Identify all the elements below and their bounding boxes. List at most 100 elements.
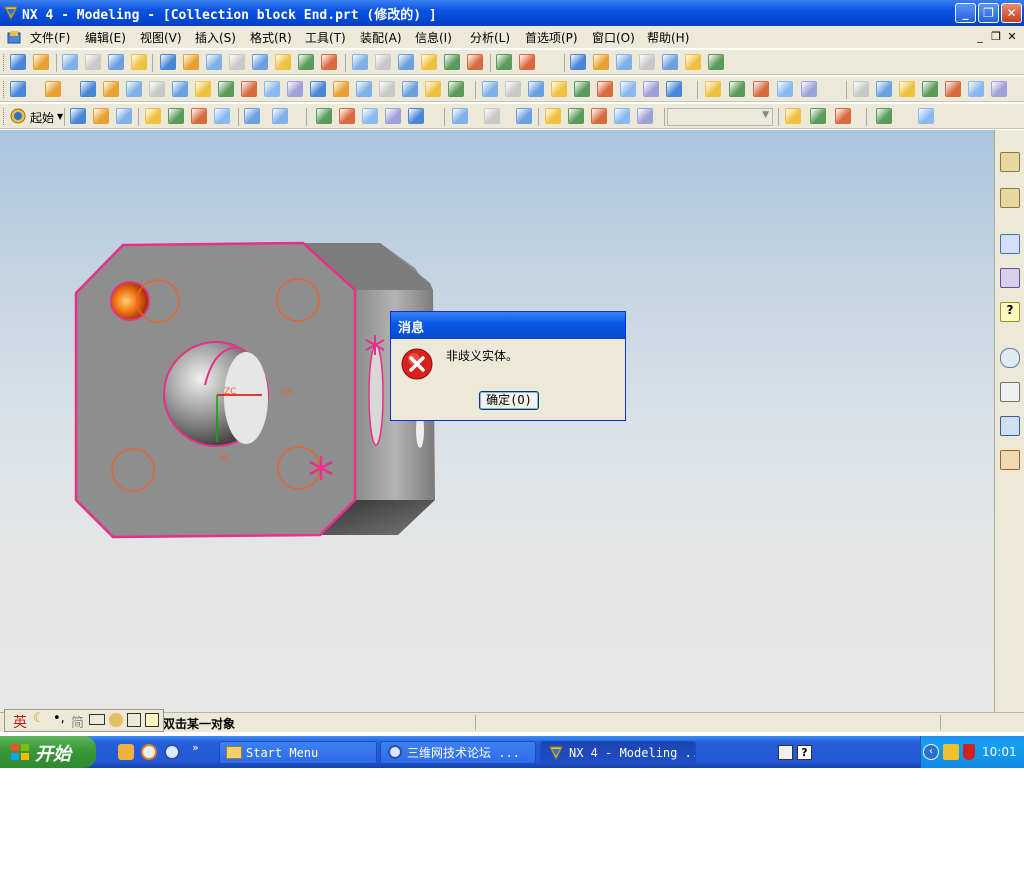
- form-feature-tool-icon[interactable]: [685, 54, 701, 70]
- feature-operation-tool-icon[interactable]: [528, 81, 544, 97]
- ime-tool-icon[interactable]: [109, 713, 123, 727]
- feature-operation-tool-icon[interactable]: [899, 81, 915, 97]
- quicklaunch-overflow-icon[interactable]: »: [192, 741, 199, 754]
- start-dropdown-arrow-icon[interactable]: ▼: [57, 112, 63, 121]
- maximize-button[interactable]: ❐: [978, 3, 999, 23]
- tray-expand-icon[interactable]: ‹: [923, 744, 939, 760]
- menu-view[interactable]: 视图(V): [140, 29, 182, 46]
- history-icon[interactable]: [1000, 348, 1020, 368]
- moon-icon[interactable]: ☾: [33, 711, 45, 726]
- standard-tool-icon[interactable]: [614, 108, 630, 124]
- standard-tool-icon[interactable]: [637, 108, 653, 124]
- soft-keyboard-icon[interactable]: [89, 714, 105, 725]
- form-feature-tool-icon[interactable]: [252, 54, 268, 70]
- standard-tool-icon[interactable]: [918, 108, 934, 124]
- menu-assembly[interactable]: 装配(A): [360, 29, 402, 46]
- menu-analysis[interactable]: 分析(L): [470, 29, 510, 46]
- standard-tool-icon[interactable]: [339, 108, 355, 124]
- feature-operation-tool-icon[interactable]: [379, 81, 395, 97]
- feature-operation-tool-icon[interactable]: [945, 81, 961, 97]
- selection-filter-combo[interactable]: ▼: [667, 108, 773, 126]
- feature-operation-tool-icon[interactable]: [853, 81, 869, 97]
- feature-operation-tool-icon[interactable]: [172, 81, 188, 97]
- menu-file[interactable]: 文件(F): [30, 29, 70, 46]
- feature-operation-tool-icon[interactable]: [922, 81, 938, 97]
- combo-arrow-icon[interactable]: ▼: [762, 110, 769, 120]
- form-feature-tool-icon[interactable]: [321, 54, 337, 70]
- standard-tool-icon[interactable]: [70, 108, 86, 124]
- language-help-icon[interactable]: ?: [797, 745, 812, 760]
- ime-help-icon[interactable]: [145, 713, 159, 727]
- web-browser-icon[interactable]: [1000, 234, 1020, 254]
- feature-operation-tool-icon[interactable]: [643, 81, 659, 97]
- help-icon[interactable]: ?: [1000, 302, 1020, 322]
- form-feature-tool-icon[interactable]: [275, 54, 291, 70]
- feature-operation-tool-icon[interactable]: [666, 81, 682, 97]
- process-studio-icon[interactable]: [1000, 416, 1020, 436]
- minimize-button[interactable]: _: [955, 3, 976, 23]
- tray-network-icon[interactable]: [943, 744, 959, 760]
- form-feature-tool-icon[interactable]: [570, 54, 586, 70]
- feature-operation-tool-icon[interactable]: [45, 81, 61, 97]
- feature-operation-tool-icon[interactable]: [574, 81, 590, 97]
- feature-operation-tool-icon[interactable]: [333, 81, 349, 97]
- standard-tool-icon[interactable]: [545, 108, 561, 124]
- feature-operation-tool-icon[interactable]: [149, 81, 165, 97]
- standard-tool-icon[interactable]: [876, 108, 892, 124]
- mdi-minimize-button[interactable]: _: [973, 31, 987, 44]
- form-feature-tool-icon[interactable]: [352, 54, 368, 70]
- feature-operation-tool-icon[interactable]: [356, 81, 372, 97]
- standard-tool-icon[interactable]: [272, 108, 288, 124]
- form-feature-tool-icon[interactable]: [229, 54, 245, 70]
- feature-operation-tool-icon[interactable]: [505, 81, 521, 97]
- standard-tool-icon[interactable]: [116, 108, 132, 124]
- menu-help[interactable]: 帮助(H): [647, 29, 689, 46]
- form-feature-tool-icon[interactable]: [62, 54, 78, 70]
- assembly-navigator-icon[interactable]: [1000, 152, 1020, 172]
- language-bar-icon[interactable]: [778, 745, 793, 760]
- form-feature-tool-icon[interactable]: [519, 54, 535, 70]
- feature-operation-tool-icon[interactable]: [991, 81, 1007, 97]
- menu-format[interactable]: 格式(R): [250, 29, 292, 46]
- form-feature-tool-icon[interactable]: [496, 54, 512, 70]
- feature-operation-tool-icon[interactable]: [218, 81, 234, 97]
- feature-operation-tool-icon[interactable]: [551, 81, 567, 97]
- mdi-close-button[interactable]: ✕: [1005, 31, 1019, 44]
- feature-operation-tool-icon[interactable]: [310, 81, 326, 97]
- form-feature-tool-icon[interactable]: [444, 54, 460, 70]
- standard-tool-icon[interactable]: [452, 108, 468, 124]
- quicklaunch-media-icon[interactable]: [141, 744, 157, 760]
- form-feature-tool-icon[interactable]: [593, 54, 609, 70]
- feature-operation-tool-icon[interactable]: [753, 81, 769, 97]
- standard-tool-icon[interactable]: [785, 108, 801, 124]
- punctuation-icon[interactable]: •,: [53, 711, 65, 726]
- standard-tool-icon[interactable]: [484, 108, 500, 124]
- taskbar-item-start-menu[interactable]: Start Menu: [219, 741, 377, 764]
- roles-icon[interactable]: [1000, 450, 1020, 470]
- standard-tool-icon[interactable]: [362, 108, 378, 124]
- feature-operation-tool-icon[interactable]: [264, 81, 280, 97]
- start-dropdown-label[interactable]: 起始: [30, 109, 54, 126]
- standard-tool-icon[interactable]: [316, 108, 332, 124]
- ime-pad-icon[interactable]: [127, 713, 141, 727]
- feature-operation-tool-icon[interactable]: [195, 81, 211, 97]
- form-feature-tool-icon[interactable]: [206, 54, 222, 70]
- standard-tool-icon[interactable]: [516, 108, 532, 124]
- form-feature-tool-icon[interactable]: [639, 54, 655, 70]
- quicklaunch-clock-icon[interactable]: [118, 744, 134, 760]
- feature-operation-tool-icon[interactable]: [126, 81, 142, 97]
- tray-antivirus-icon[interactable]: [963, 744, 975, 760]
- feature-operation-tool-icon[interactable]: [287, 81, 303, 97]
- standard-tool-icon[interactable]: [214, 108, 230, 124]
- menu-window[interactable]: 窗口(O): [592, 29, 635, 46]
- training-icon[interactable]: [1000, 268, 1020, 288]
- feature-operation-tool-icon[interactable]: [705, 81, 721, 97]
- toolbar-grip[interactable]: [3, 54, 7, 71]
- graphics-window[interactable]: XC YC ZC: [0, 130, 994, 712]
- form-feature-tool-icon[interactable]: [160, 54, 176, 70]
- mdi-restore-button[interactable]: ❐: [989, 31, 1003, 44]
- ok-button[interactable]: 确定(O): [479, 391, 539, 410]
- standard-tool-icon[interactable]: [568, 108, 584, 124]
- menu-preferences[interactable]: 首选项(P): [525, 29, 578, 46]
- standard-tool-icon[interactable]: [145, 108, 161, 124]
